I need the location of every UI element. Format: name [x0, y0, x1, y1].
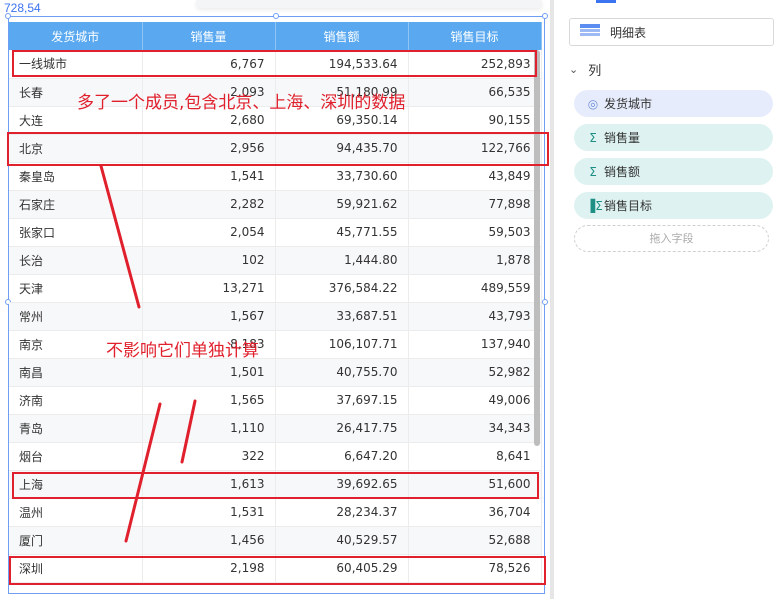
field-pill-label: 销售量 [604, 131, 641, 145]
annotation-note-members: 多了一个成员,包含北京、上海、深圳的数据 [77, 93, 406, 113]
report-canvas: 728,54 发货城市 销售量 销售额 销售目标 一线城市 6,767 194,53… [0, 0, 556, 599]
panel-divider[interactable] [550, 0, 554, 599]
annotation-stroke [99, 164, 141, 309]
annotation-stroke [180, 399, 197, 464]
sigma-bar-icon: ▐Σ [586, 198, 603, 213]
annotation-note-independent: 不影响它们单独计算 [106, 341, 259, 361]
active-tab-indicator [596, 0, 616, 3]
sigma-icon: Σ [589, 164, 597, 179]
field-pill-sales-target[interactable]: ▐Σ 销售目标 [574, 192, 773, 219]
field-drop-zone[interactable]: 拖入字段 [574, 225, 769, 252]
field-pill-sales-amount[interactable]: Σ 销售额 [574, 158, 773, 185]
field-pill-label: 销售目标 [604, 199, 653, 213]
annotation-stroke [124, 402, 162, 543]
table-icon [580, 23, 600, 41]
field-pill-city[interactable]: ◎ 发货城市 [574, 90, 773, 117]
field-pill-sales-qty[interactable]: Σ 销售量 [574, 124, 773, 151]
sigma-icon: Σ [589, 130, 597, 145]
columns-section-header[interactable]: ⌄ 列 [569, 60, 601, 79]
viz-type-selector[interactable]: 明细表 [569, 18, 774, 46]
chevron-down-icon: ⌄ [569, 63, 579, 76]
globe-icon: ◎ [587, 96, 599, 111]
viz-type-label: 明细表 [610, 25, 647, 40]
config-panel: 明细表 ⌄ 列 ◎ 发货城市 Σ 销售量 Σ 销售额 ▐Σ 销售目标 拖入字段 [556, 0, 783, 599]
columns-section-title: 列 [588, 64, 602, 79]
field-pill-label: 发货城市 [604, 97, 653, 111]
field-pill-label: 销售额 [604, 165, 641, 179]
